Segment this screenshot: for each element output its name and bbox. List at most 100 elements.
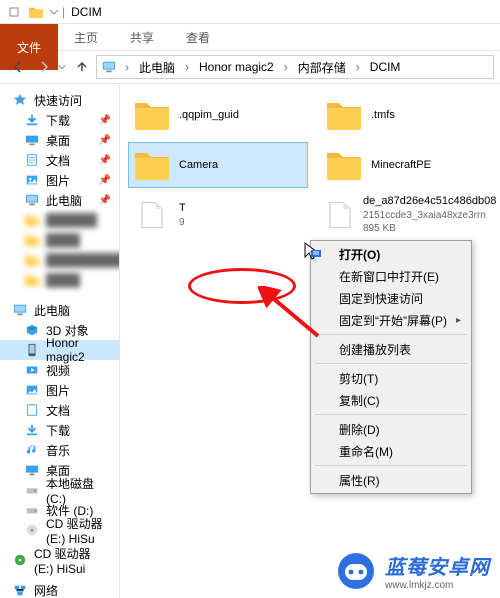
folder-item[interactable]: .qqpim_guid	[128, 92, 308, 138]
menu-playlist[interactable]: 创建播放列表	[313, 338, 469, 360]
robot-icon	[335, 550, 377, 592]
sidebar-item-cd-e2[interactable]: CD 驱动器 (E:) HiSui	[0, 550, 119, 570]
title-dropdown[interactable]	[48, 2, 60, 22]
sidebar-item-pictures2[interactable]: 图片	[0, 380, 119, 400]
menu-separator	[315, 465, 467, 466]
chevron-right-icon[interactable]: ›	[185, 60, 189, 74]
forward-button[interactable]	[32, 55, 56, 79]
folder-icon	[133, 148, 171, 182]
pin-icon: 📌	[99, 175, 111, 186]
tab-home[interactable]: 主页	[58, 24, 114, 50]
sidebar-item-network[interactable]: 网络	[0, 580, 119, 598]
menu-pin-start[interactable]: 固定到“开始”屏幕(P)	[313, 309, 469, 331]
menu-cut[interactable]: 剪切(T)	[313, 367, 469, 389]
download-icon	[24, 423, 40, 437]
menu-label: 打开(O)	[339, 246, 380, 263]
download-icon	[24, 113, 40, 127]
file-item[interactable]: T9	[128, 192, 308, 238]
address-bar[interactable]: › 此电脑 › Honor magic2 › 内部存储 › DCIM	[96, 55, 494, 79]
chevron-right-icon[interactable]: ›	[356, 60, 360, 74]
crumb-this-pc[interactable]: 此电脑	[137, 59, 177, 76]
cube-icon	[24, 323, 40, 337]
sidebar-label: 此电脑	[46, 192, 82, 209]
crumb-dcim[interactable]: DCIM	[368, 60, 403, 74]
folder-item[interactable]: MinecraftPE	[320, 142, 500, 188]
chevron-right-icon[interactable]: ›	[125, 60, 129, 74]
menu-rename[interactable]: 重命名(M)	[313, 440, 469, 462]
file-name: .tmfs	[371, 108, 395, 123]
context-menu: 打开(O) 在新窗口中打开(E) 固定到快速访问 固定到“开始”屏幕(P) 创建…	[310, 240, 472, 494]
sidebar-label: 此电脑	[34, 302, 70, 319]
file-meta: 2151ccde3_3xaia48xze3rrn	[363, 209, 496, 223]
history-dropdown[interactable]	[58, 60, 68, 74]
sidebar-label: ████	[46, 273, 80, 287]
sidebar-item-this-pc-q[interactable]: 此电脑📌	[0, 190, 119, 210]
watermark: 蓝莓安卓网 www.lmkjz.com	[335, 550, 490, 592]
sidebar-item-pictures[interactable]: 图片📌	[0, 170, 119, 190]
file-icon	[137, 198, 167, 232]
folder-icon	[24, 253, 40, 267]
tab-share[interactable]: 共享	[114, 24, 170, 50]
file-name: T	[179, 201, 186, 216]
sidebar-item-honor[interactable]: Honor magic2	[0, 340, 119, 360]
titlebar-folder-icon	[28, 5, 44, 19]
sidebar-label: 下载	[46, 112, 70, 129]
sidebar-label: CD 驱动器 (E:) HiSu	[46, 515, 113, 546]
sidebar-item-music[interactable]: 音乐	[0, 440, 119, 460]
up-button[interactable]	[70, 55, 94, 79]
folder-item-selected[interactable]: Camera	[128, 142, 308, 188]
sidebar-item-cd-e[interactable]: CD 驱动器 (E:) HiSu	[0, 520, 119, 540]
sidebar-item-this-pc[interactable]: 此电脑	[0, 300, 119, 320]
nav-bar: › 此电脑 › Honor magic2 › 内部存储 › DCIM	[0, 50, 500, 84]
cursor-icon	[303, 241, 323, 261]
file-name: Camera	[179, 158, 218, 173]
titlebar-separator: |	[62, 5, 65, 19]
content-pane[interactable]: .qqpim_guid .tmfs Camera MinecraftPE T9	[120, 84, 500, 598]
back-button[interactable]	[6, 55, 30, 79]
sidebar-label: 音乐	[46, 442, 70, 459]
file-meta: 9	[179, 216, 186, 230]
drive-icon	[24, 503, 40, 517]
drive-icon	[24, 483, 40, 497]
sidebar-label: ██████	[46, 213, 97, 227]
sidebar-label: 下载	[46, 422, 70, 439]
crumb-device[interactable]: Honor magic2	[197, 60, 276, 74]
sidebar-item-documents2[interactable]: 文档	[0, 400, 119, 420]
pc-icon	[101, 60, 117, 74]
desktop-icon	[24, 463, 40, 477]
sidebar-item-downloads[interactable]: 下载📌	[0, 110, 119, 130]
sidebar-item-documents[interactable]: 文档📌	[0, 150, 119, 170]
tab-view[interactable]: 查看	[170, 24, 226, 50]
sidebar-label: ████	[46, 233, 80, 247]
documents-icon	[24, 153, 40, 167]
pc-icon	[12, 303, 28, 317]
menu-copy[interactable]: 复制(C)	[313, 389, 469, 411]
folder-icon	[24, 233, 40, 247]
sidebar-label: ██████████	[46, 253, 120, 267]
sidebar-item-quick-access[interactable]: 快速访问	[0, 90, 119, 110]
sidebar-label: 快速访问	[34, 92, 82, 109]
sidebar-item-local-c[interactable]: 本地磁盘 (C:)	[0, 480, 119, 500]
sidebar-item-blurred[interactable]: ██████████	[0, 250, 119, 270]
pictures-icon	[24, 383, 40, 397]
documents-icon	[24, 403, 40, 417]
menu-properties[interactable]: 属性(R)	[313, 469, 469, 491]
folder-item[interactable]: .tmfs	[320, 92, 500, 138]
sidebar-item-blurred[interactable]: ████	[0, 270, 119, 290]
sidebar-item-downloads2[interactable]: 下载	[0, 420, 119, 440]
sidebar-item-blurred[interactable]: ████	[0, 230, 119, 250]
menu-pin-quick[interactable]: 固定到快速访问	[313, 287, 469, 309]
file-name: de_a87d26e4c51c486db08	[363, 194, 496, 209]
chevron-right-icon[interactable]: ›	[284, 60, 288, 74]
sidebar-item-videos[interactable]: 视频	[0, 360, 119, 380]
menu-open-new[interactable]: 在新窗口中打开(E)	[313, 265, 469, 287]
sidebar-item-blurred[interactable]: ██████	[0, 210, 119, 230]
file-grid: .qqpim_guid .tmfs Camera MinecraftPE T9	[120, 92, 500, 238]
crumb-storage[interactable]: 内部存储	[296, 59, 348, 76]
sidebar-label: 文档	[46, 402, 70, 419]
window-menu-button[interactable]	[4, 2, 24, 22]
menu-delete[interactable]: 删除(D)	[313, 418, 469, 440]
file-item[interactable]: de_a87d26e4c51c486db08 2151ccde3_3xaia48…	[320, 192, 500, 238]
menu-open[interactable]: 打开(O)	[313, 243, 469, 265]
sidebar-item-desktop[interactable]: 桌面📌	[0, 130, 119, 150]
